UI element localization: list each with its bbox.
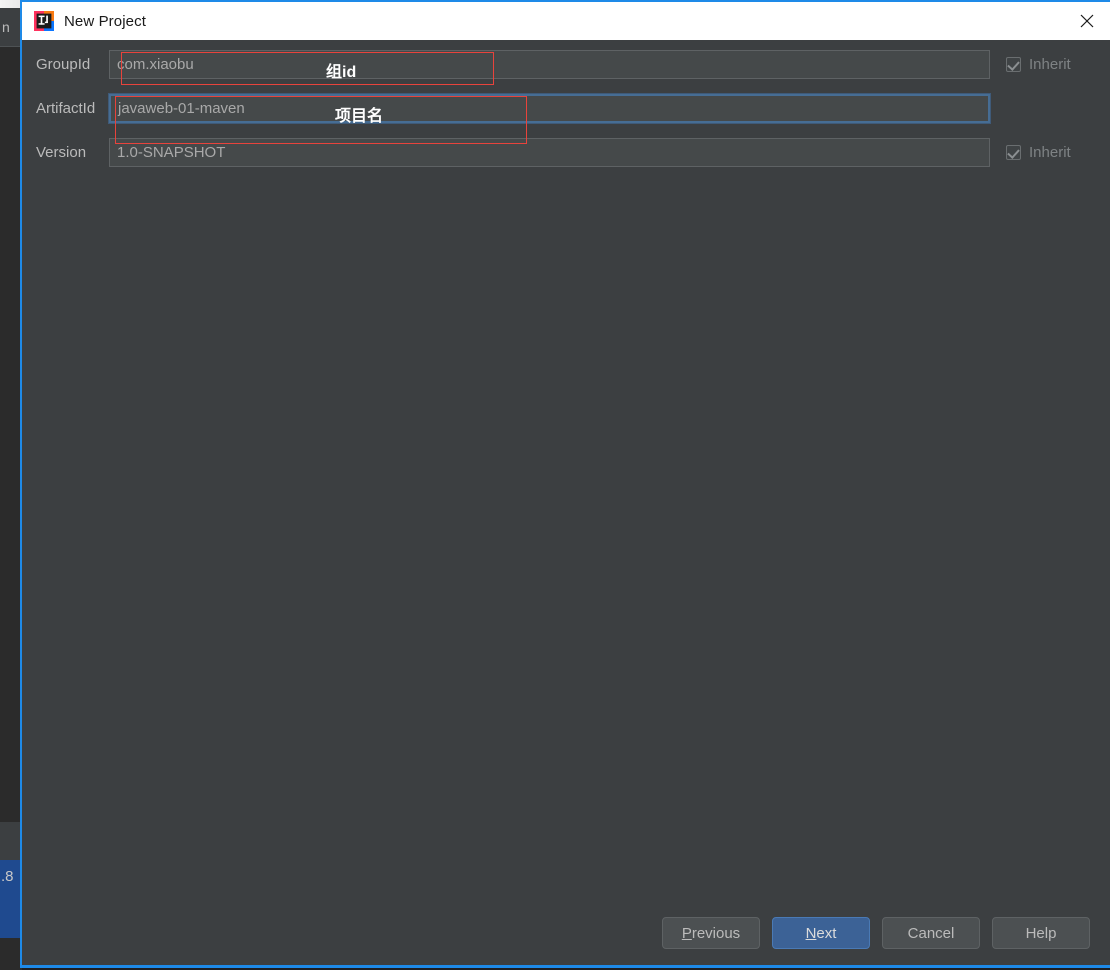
groupid-inherit-checkbox[interactable] xyxy=(1006,57,1021,72)
groupid-label: GroupId xyxy=(36,56,91,73)
version-field[interactable]: 1.0-SNAPSHOT xyxy=(109,138,990,167)
dialog-title: New Project xyxy=(64,12,146,30)
version-label: Version xyxy=(36,144,87,161)
next-button-mnemonic: N xyxy=(805,924,817,942)
form-row-version: Version 1.0-SNAPSHOT Inherit xyxy=(22,137,1110,168)
cancel-button[interactable]: Cancel xyxy=(882,917,980,949)
artifactid-value: javaweb-01-maven xyxy=(118,100,245,117)
groupid-inherit-label: Inherit xyxy=(1029,56,1071,73)
next-button-label: ext xyxy=(816,924,837,942)
background-status-bar xyxy=(0,938,22,970)
close-icon[interactable] xyxy=(1064,2,1110,40)
groupid-inherit-group[interactable]: Inherit xyxy=(1006,56,1110,73)
version-inherit-group[interactable]: Inherit xyxy=(1006,144,1110,161)
screen: n .8 New Project GroupId com.xiaobu Inhe… xyxy=(0,0,1110,970)
maven-coordinates-form: GroupId com.xiaobu Inherit ArtifactId ja… xyxy=(22,40,1110,181)
dialog-footer: Previous Next Cancel Help xyxy=(22,901,1110,965)
background-menu-text: n xyxy=(0,8,22,46)
artifactid-label: ArtifactId xyxy=(36,100,96,117)
version-value: 1.0-SNAPSHOT xyxy=(117,144,226,161)
version-inherit-label: Inherit xyxy=(1029,144,1071,161)
background-tool-panel xyxy=(0,822,22,860)
background-ide-window: n .8 xyxy=(0,0,22,970)
artifactid-field[interactable]: javaweb-01-maven xyxy=(108,93,991,124)
previous-button-mnemonic: P xyxy=(681,924,692,942)
form-row-artifactid: ArtifactId javaweb-01-maven xyxy=(22,93,1110,124)
intellij-idea-icon xyxy=(34,11,54,31)
groupid-field[interactable]: com.xiaobu xyxy=(109,50,990,79)
next-button[interactable]: Next xyxy=(772,917,870,949)
dialog-body: GroupId com.xiaobu Inherit ArtifactId ja… xyxy=(22,40,1110,965)
form-row-groupid: GroupId com.xiaobu Inherit xyxy=(22,49,1110,80)
cancel-button-label: Cancel xyxy=(907,924,955,942)
background-editor-area xyxy=(0,47,22,822)
new-project-dialog: New Project GroupId com.xiaobu Inherit A… xyxy=(20,0,1110,968)
previous-button[interactable]: Previous xyxy=(662,917,760,949)
dialog-titlebar: New Project xyxy=(22,2,1110,40)
previous-button-label: revious xyxy=(691,924,741,942)
groupid-value: com.xiaobu xyxy=(117,56,194,73)
background-selected-item: .8 xyxy=(0,860,22,938)
version-inherit-checkbox[interactable] xyxy=(1006,145,1021,160)
help-button-label: Help xyxy=(1025,924,1057,942)
background-titlebar xyxy=(0,0,22,8)
help-button[interactable]: Help xyxy=(992,917,1090,949)
